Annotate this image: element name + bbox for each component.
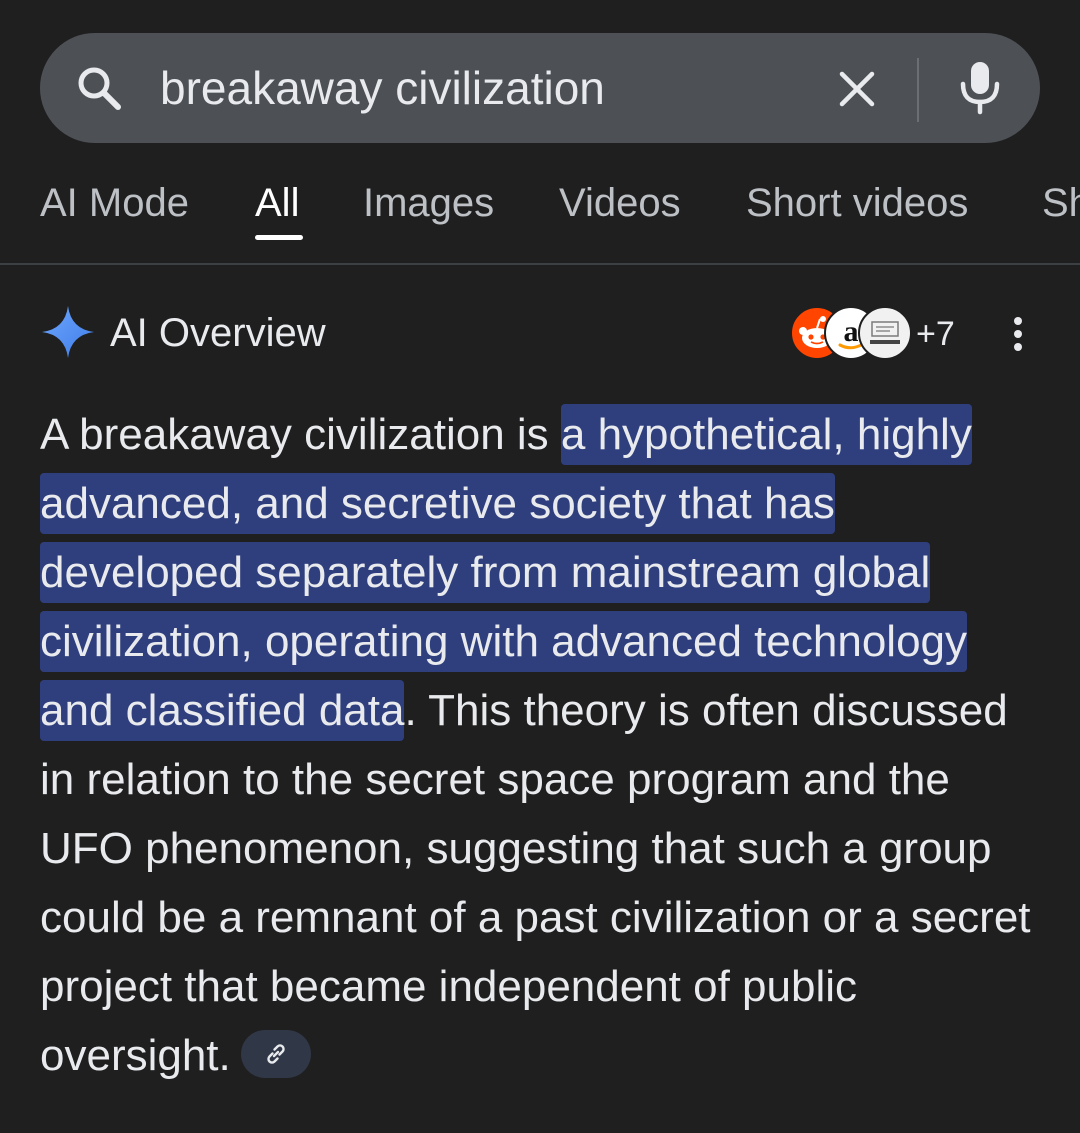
close-icon[interactable] bbox=[834, 66, 880, 112]
ai-overview-text: A breakaway civilization is a hypothetic… bbox=[40, 400, 1050, 1090]
sparkle-icon bbox=[42, 306, 94, 358]
link-icon bbox=[267, 1044, 285, 1065]
tab-short-videos[interactable]: Short videos bbox=[746, 176, 968, 230]
link-chip[interactable] bbox=[240, 1030, 311, 1079]
svg-text:a: a bbox=[844, 315, 859, 348]
source-count[interactable]: +7 bbox=[916, 312, 955, 356]
search-divider bbox=[917, 58, 919, 122]
more-vert-icon[interactable] bbox=[1004, 314, 1032, 354]
overview-rest: . This theory is often discussed in rela… bbox=[40, 686, 1031, 1080]
active-tab-indicator bbox=[255, 235, 303, 240]
overview-intro: A breakaway civilization is bbox=[40, 410, 561, 459]
source-avatars[interactable]: a bbox=[790, 306, 914, 360]
tab-all[interactable]: All bbox=[255, 176, 299, 230]
tabs-divider bbox=[0, 263, 1080, 265]
search-icon bbox=[78, 67, 121, 110]
tab-shopping[interactable]: Sh bbox=[1042, 176, 1080, 230]
tab-images[interactable]: Images bbox=[363, 176, 494, 230]
tab-videos[interactable]: Videos bbox=[559, 176, 681, 230]
search-input[interactable]: breakaway civilization bbox=[160, 58, 605, 118]
tab-ai-mode[interactable]: AI Mode bbox=[40, 176, 189, 230]
mic-icon[interactable] bbox=[956, 60, 1004, 116]
ai-overview-title: AI Overview bbox=[110, 311, 326, 355]
site-logo-icon[interactable] bbox=[858, 306, 912, 360]
